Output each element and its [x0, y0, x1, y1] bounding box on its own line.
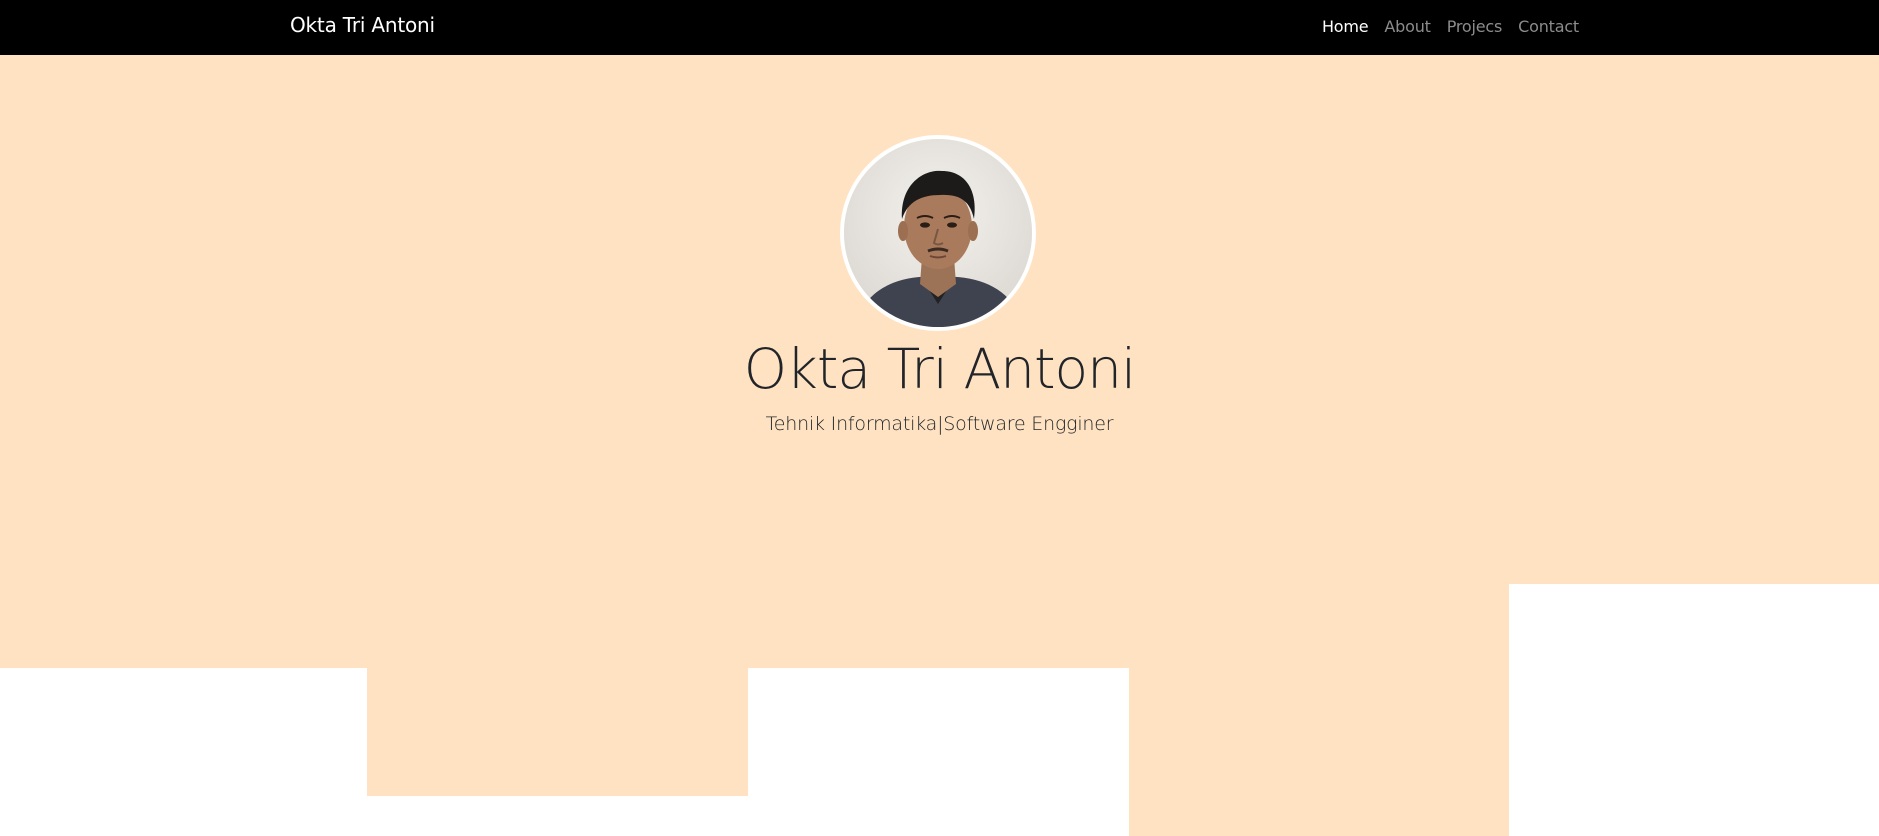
nav-link-home[interactable]: Home	[1322, 17, 1369, 36]
hero-subtitle: Tehnik Informatika|Software Engginer	[765, 413, 1114, 435]
nav-link-contact[interactable]: Contact	[1518, 17, 1579, 36]
hero-name: Okta Tri Antoni	[743, 337, 1137, 401]
profile-photo	[844, 139, 1032, 327]
navbar: Okta Tri Antoni Home About Projecs Conta…	[0, 0, 1879, 55]
jumbotron: Okta Tri Antoni Tehnik Informatika|Softw…	[0, 55, 1879, 836]
nav-link-about[interactable]: About	[1384, 17, 1431, 36]
avatar	[840, 135, 1036, 331]
nav-link-projecs[interactable]: Projecs	[1447, 17, 1503, 36]
nav-links: Home About Projecs Contact	[1306, 17, 1579, 36]
navbar-brand[interactable]: Okta Tri Antoni	[290, 13, 435, 37]
